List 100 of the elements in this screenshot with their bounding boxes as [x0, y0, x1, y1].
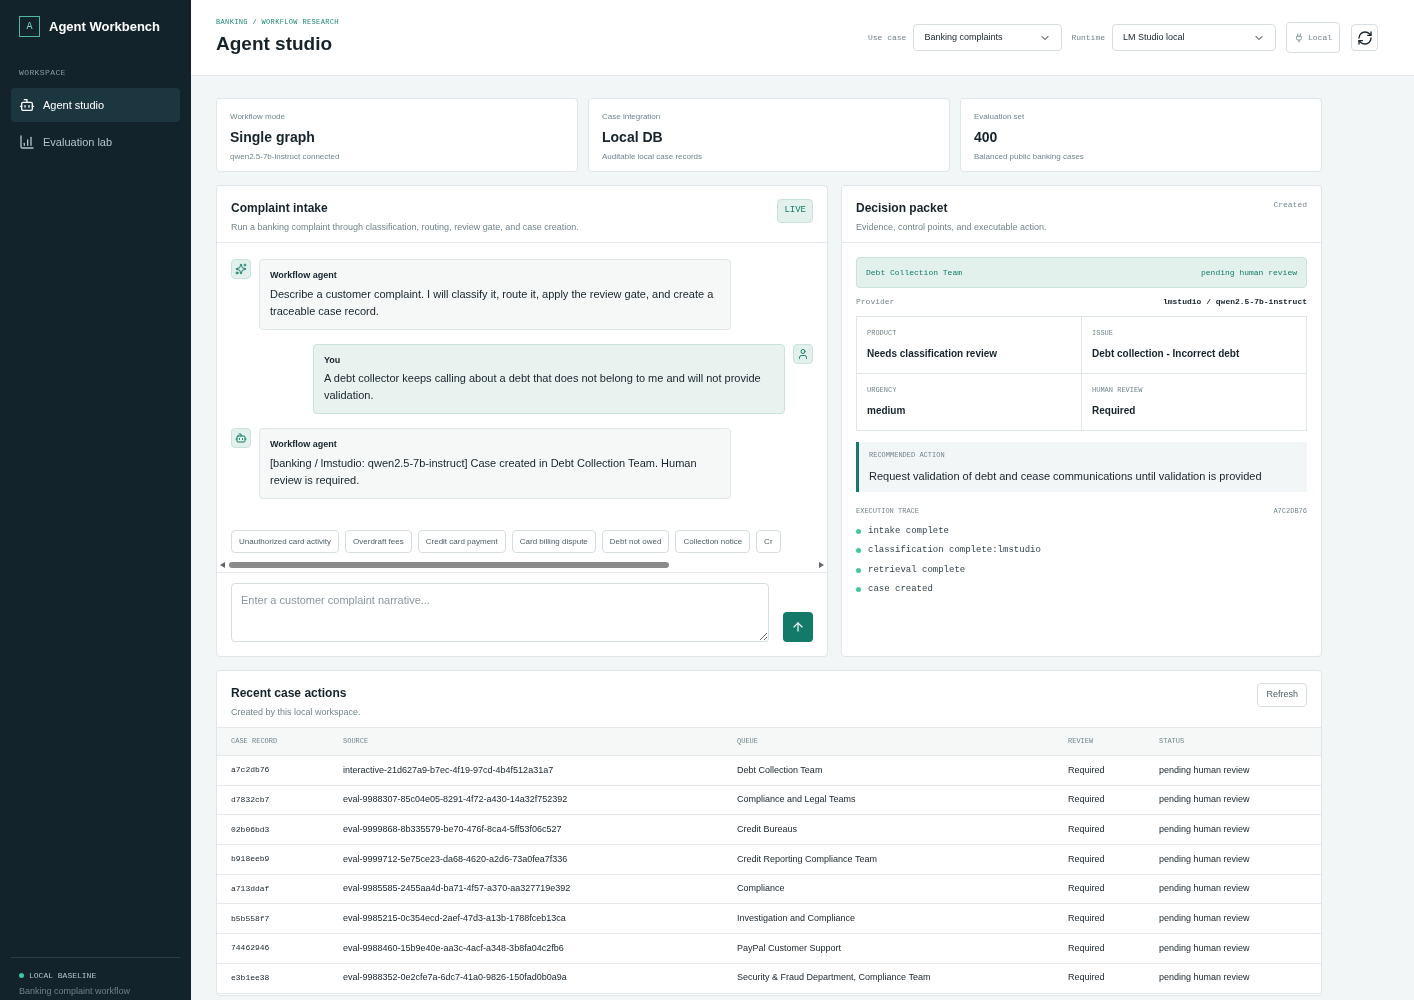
trace-step: classification complete:lmstudio [868, 544, 1041, 558]
provider-value: lmstudio / qwen2.5-7b-instruct [1162, 296, 1307, 308]
field-value: medium [867, 403, 907, 418]
table-cell: pending human review [1159, 874, 1321, 904]
table-cell: eval-9999712-5e75ce23-da68-4620-a2d6-73a0fea7f336 [343, 844, 737, 875]
panel-subtitle: Run a banking complaint through classification, routing, review gate, and case creation. [231, 221, 579, 234]
app-title: Agent Workbench [49, 17, 160, 36]
send-button[interactable] [783, 611, 813, 642]
table-cell: pending human review [1159, 844, 1321, 875]
table-cell: Required [1068, 785, 1159, 815]
provider-label: Provider [856, 296, 895, 308]
trace-step: retrieval complete [868, 563, 966, 577]
suggestion-chip[interactable]: Unauthorized card activity [231, 530, 340, 553]
table-cell: Debt Collection Team [737, 755, 1068, 786]
use-case-select[interactable]: Banking complaints [913, 24, 1063, 51]
complaint-input[interactable]: Enter a customer complaint narrative... [231, 583, 769, 642]
live-badge: LIVE [777, 199, 813, 223]
suggestion-chip[interactable]: Overdraft fees [345, 530, 412, 553]
queue-name: Debt Collection Team [866, 266, 962, 279]
table-cell: Required [1068, 844, 1159, 875]
status-text: Created [1273, 199, 1307, 211]
panel-title: Decision packet [856, 200, 949, 217]
table-cell: b918eeb9 [217, 844, 343, 875]
local-button[interactable]: Local [1286, 22, 1340, 53]
message-text: Describe a customer complaint. I will classify it, route it, apply the review gate, and create a traceable case record. [270, 286, 715, 319]
table-cell: interactive-21d627a9-b7ec-4f19-97cd-4b4f512a31a7 [343, 755, 737, 786]
scroll-left-icon[interactable] [220, 562, 225, 568]
table-cell: 74462946 [217, 933, 343, 964]
table-cell: Required [1068, 874, 1159, 904]
message-text: A debt collector keeps calling about a debt that does not belong to me and will not provide validation. [324, 371, 762, 403]
sparkles-icon [231, 259, 251, 279]
page-title: Agent studio [216, 31, 334, 56]
table-cell: pending human review [1159, 903, 1321, 934]
table-cell: pending human review [1159, 755, 1321, 786]
field-value: Required [1092, 403, 1137, 418]
suggestion-chip[interactable]: Collection notice [675, 530, 751, 553]
table-cell: d7832cb7 [217, 785, 343, 815]
table-cell: eval-9985215-0c354ecd-2aef-47d3-a13b-1788fceb13ca [343, 903, 737, 934]
table-cell: eval-9988307-85c04e05-8291-4f72-a430-14a32f752392 [343, 785, 737, 815]
panel-subtitle: Evidence, control points, and executable action. [856, 221, 1047, 234]
stat-label: Evaluation set [974, 111, 1026, 123]
section-label: WORKSPACE [18, 67, 67, 79]
stat-value: Single graph [230, 128, 316, 147]
table-cell: 02b06bd3 [217, 814, 343, 845]
logo: A [19, 16, 40, 37]
chart-icon [19, 134, 35, 150]
bot-icon [231, 428, 251, 448]
table-cell: Compliance and Legal Teams [737, 785, 1068, 815]
table-cell: Required [1068, 814, 1159, 845]
table-cell: PayPal Customer Support [737, 933, 1068, 964]
message-text: [banking / lmstudio: qwen2.5-7b-instruct] Case created in Debt Collection Team. Human review is required. [270, 455, 698, 488]
trace-step: case created [868, 583, 933, 597]
bot-icon [19, 97, 35, 113]
stat-value: 400 [974, 128, 999, 147]
scroll-right-icon[interactable] [819, 562, 824, 568]
table-cell: pending human review [1159, 785, 1321, 815]
message-author: You [324, 353, 342, 367]
stat-label: Case integration [602, 111, 662, 123]
table-cell: b5b558f7 [217, 903, 343, 934]
table-cell: pending human review [1159, 933, 1321, 964]
table-cell: pending human review [1159, 814, 1321, 845]
trace-step: intake complete [868, 524, 949, 538]
sidebar-item[interactable]: Agent studio [11, 88, 180, 122]
suggestion-chip[interactable]: Credit card payment [417, 530, 506, 553]
stat-value: Local DB [602, 128, 664, 147]
message-author: Workflow agent [270, 269, 338, 282]
panel-title: Complaint intake [231, 200, 329, 217]
refresh-button[interactable]: Refresh [1257, 683, 1307, 707]
stat-label: Workflow mode [230, 111, 286, 123]
runtime-select[interactable]: LM Studio local [1112, 24, 1276, 51]
table-cell: Credit Reporting Compliance Team [737, 844, 1068, 875]
message-author: Workflow agent [270, 438, 338, 451]
table-cell: eval-9999868-8b335579-be70-476f-8ca4-5ff53f06c527 [343, 814, 737, 845]
field-value: Needs classification review [867, 346, 999, 361]
refresh-icon[interactable] [1351, 24, 1378, 51]
table-cell: eval-9988460-15b9e40e-aa3c-4acf-a348-3b8fa04c2fb6 [343, 933, 737, 964]
table-cell: Required [1068, 903, 1159, 934]
plug-icon [1294, 32, 1304, 43]
suggestion-chip[interactable]: Debt not owed [601, 530, 670, 553]
field-value: Debt collection - Incorrect debt [1092, 346, 1241, 361]
stat-note: qwen2.5-7b-instruct connected [230, 151, 341, 163]
use-case-label: Use case [867, 31, 907, 44]
panel-subtitle: Created by this local workspace. [231, 706, 361, 719]
table-cell: Compliance [737, 874, 1068, 904]
table-cell: a7c2db76 [217, 755, 343, 786]
table-cell: Credit Bureaus [737, 814, 1068, 845]
stat-note: Auditable local case records [602, 151, 704, 163]
suggestion-chip[interactable]: Card billing dispute [511, 530, 596, 553]
stat-note: Balanced public banking cases [974, 151, 1085, 163]
action-text: Request validation of debt and cease communications until validation is provided [869, 468, 1263, 484]
table-cell: pending human review [1159, 963, 1321, 993]
table-cell: e3b1ee38 [217, 963, 343, 993]
table-cell: Required [1068, 755, 1159, 786]
table-cell: eval-9988352-0e2cfe7a-6dc7-41a0-9826-150fad0b0a9a [343, 963, 737, 993]
table-cell: a713ddaf [217, 874, 343, 904]
table-cell: eval-9985585-2455aa4d-ba71-4f57-a370-aa327719e392 [343, 874, 737, 904]
sidebar-item[interactable]: Evaluation lab [11, 125, 180, 159]
status-label: LOCAL BASELINE [29, 969, 97, 982]
horizontal-scrollbar[interactable] [220, 560, 824, 570]
suggestion-chip[interactable]: Cr [756, 530, 781, 553]
